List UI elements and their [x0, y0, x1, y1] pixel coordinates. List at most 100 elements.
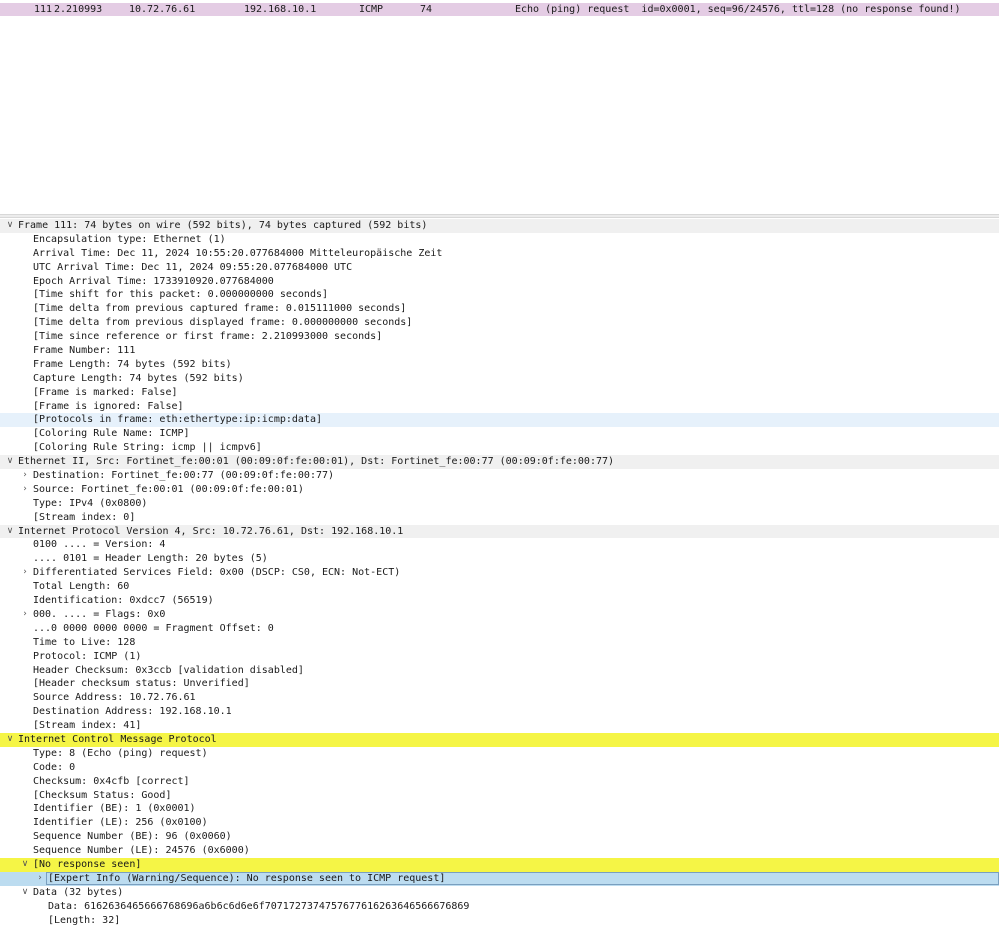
tree-field[interactable]: Header Checksum: 0x3ccb [validation disa… — [0, 664, 999, 678]
tree-field[interactable]: [Stream index: 41] — [0, 719, 999, 733]
protocol-tree-header[interactable]: ∨ Frame 111: 74 bytes on wire (592 bits),… — [0, 219, 999, 233]
packet-info: Echo (ping) request id=0x0001, seq=96/24… — [515, 4, 961, 15]
tree-field[interactable]: [Frame is ignored: False] — [0, 400, 999, 414]
chevron-right-icon[interactable]: › — [34, 872, 46, 886]
tree-field-text: [Time delta from previous captured frame… — [33, 303, 407, 315]
tree-field[interactable]: [Coloring Rule Name: ICMP] — [0, 427, 999, 441]
tree-field[interactable]: Encapsulation type: Ethernet (1) — [0, 233, 999, 247]
tree-field-text: Ethernet II, Src: Fortinet_fe:00:01 (00:… — [18, 456, 615, 468]
tree-field[interactable]: › [Expert Info (Warning/Sequence): No res… — [0, 871, 999, 886]
pane-splitter[interactable] — [0, 214, 999, 218]
packet-no: 111 — [34, 4, 53, 15]
protocol-tree-header[interactable]: ∨ Ethernet II, Src: Fortinet_fe:00:01 (00… — [0, 455, 999, 470]
tree-field-text: Capture Length: 74 bytes (592 bits) — [33, 372, 244, 384]
packet-row-111[interactable]: 111 2.210993 10.72.76.61 192.168.10.1 IC… — [0, 3, 999, 16]
packet-list-pane: 111 2.210993 10.72.76.61 192.168.10.1 IC… — [0, 0, 999, 214]
tree-field-text: Source: Fortinet_fe:00:01 (00:09:0f:fe:0… — [33, 483, 304, 495]
tree-field[interactable]: Protocol: ICMP (1) — [0, 650, 999, 664]
protocol-tree-header[interactable]: ∨ Internet Protocol Version 4, Src: 10.72… — [0, 524, 999, 539]
tree-field[interactable]: Identification: 0xdcc7 (56519) — [0, 594, 999, 608]
protocol-tree-header[interactable]: ∨ Internet Control Message Protocol — [0, 732, 999, 747]
chevron-down-icon[interactable]: ∨ — [19, 886, 31, 900]
chevron-down-icon[interactable]: ∨ — [4, 525, 16, 539]
tree-field-text: [Expert Info (Warning/Sequence): No resp… — [48, 872, 446, 884]
chevron-down-icon[interactable]: ∨ — [4, 219, 16, 233]
tree-field[interactable]: [Length: 32] — [0, 914, 999, 928]
tree-field-text: Time to Live: 128 — [33, 636, 136, 648]
tree-field[interactable]: Arrival Time: Dec 11, 2024 10:55:20.0776… — [0, 247, 999, 261]
tree-field-text: 0100 .... = Version: 4 — [33, 539, 166, 551]
tree-field[interactable]: Checksum: 0x4cfb [correct] — [0, 775, 999, 789]
tree-field[interactable]: › Destination: Fortinet_fe:00:77 (00:09:0… — [0, 469, 999, 483]
chevron-right-icon[interactable]: › — [19, 566, 31, 580]
tree-field[interactable]: [Time delta from previous displayed fram… — [0, 316, 999, 330]
tree-field[interactable]: [Time shift for this packet: 0.000000000… — [0, 288, 999, 302]
tree-field[interactable]: [Stream index: 0] — [0, 511, 999, 525]
tree-field[interactable]: Frame Number: 111 — [0, 344, 999, 358]
tree-field-text: [Stream index: 41] — [33, 720, 142, 732]
tree-field-text: Internet Control Message Protocol — [18, 733, 217, 745]
tree-field-text: Sequence Number (LE): 24576 (0x6000) — [33, 845, 250, 857]
tree-field[interactable]: ∨ Data (32 bytes) — [0, 886, 999, 900]
tree-field[interactable]: Sequence Number (BE): 96 (0x0060) — [0, 830, 999, 844]
tree-field[interactable]: [Coloring Rule String: icmp || icmpv6] — [0, 441, 999, 455]
chevron-down-icon[interactable]: ∨ — [4, 733, 16, 747]
tree-field[interactable]: Epoch Arrival Time: 1733910920.077684000 — [0, 275, 999, 289]
tree-field[interactable]: [Time delta from previous captured frame… — [0, 302, 999, 316]
tree-field[interactable]: › Differentiated Services Field: 0x00 (DS… — [0, 566, 999, 580]
tree-field-text: [Header checksum status: Unverified] — [33, 678, 250, 690]
tree-field[interactable]: Data: 6162636465666768696a6b6c6d6e6f7071… — [0, 900, 999, 914]
packet-protocol: ICMP — [359, 4, 384, 15]
tree-field[interactable]: Type: 8 (Echo (ping) request) — [0, 747, 999, 761]
tree-field-text: Destination: Fortinet_fe:00:77 (00:09:0f… — [33, 470, 335, 482]
tree-field-text: Protocol: ICMP (1) — [33, 650, 142, 662]
tree-field-text: 000. .... = Flags: 0x0 — [33, 608, 166, 620]
tree-field[interactable]: Sequence Number (LE): 24576 (0x6000) — [0, 844, 999, 858]
tree-field-text: Type: 8 (Echo (ping) request) — [33, 747, 208, 759]
tree-field[interactable]: ∨ [No response seen] — [0, 857, 999, 872]
tree-field[interactable]: [Time since reference or first frame: 2.… — [0, 330, 999, 344]
packet-source: 10.72.76.61 — [129, 4, 196, 15]
chevron-down-icon[interactable]: ∨ — [4, 455, 16, 469]
tree-field-text: Type: IPv4 (0x0800) — [33, 497, 148, 509]
tree-field[interactable]: Capture Length: 74 bytes (592 bits) — [0, 372, 999, 386]
tree-field-text: [Checksum Status: Good] — [33, 789, 172, 801]
tree-field[interactable]: Frame Length: 74 bytes (592 bits) — [0, 358, 999, 372]
tree-field-text: [Time since reference or first frame: 2.… — [33, 331, 383, 343]
tree-field[interactable]: .... 0101 = Header Length: 20 bytes (5) — [0, 552, 999, 566]
chevron-down-icon[interactable]: ∨ — [19, 858, 31, 872]
packet-destination: 192.168.10.1 — [244, 4, 317, 15]
tree-field-text: [Frame is marked: False] — [33, 386, 178, 398]
tree-field[interactable]: [Checksum Status: Good] — [0, 789, 999, 803]
tree-field-text: Identifier (LE): 256 (0x0100) — [33, 817, 208, 829]
tree-field-text: Frame 111: 74 bytes on wire (592 bits), … — [18, 220, 428, 231]
tree-field-text: [Frame is ignored: False] — [33, 400, 184, 412]
tree-field[interactable]: Time to Live: 128 — [0, 636, 999, 650]
tree-field[interactable]: Code: 0 — [0, 761, 999, 775]
tree-field[interactable]: Type: IPv4 (0x0800) — [0, 497, 999, 511]
packet-details-tree: ∨ Frame 111: 74 bytes on wire (592 bits),… — [0, 219, 999, 927]
tree-field-text: [Time delta from previous displayed fram… — [33, 317, 413, 329]
tree-field[interactable]: Identifier (BE): 1 (0x0001) — [0, 802, 999, 816]
chevron-right-icon[interactable]: › — [19, 608, 31, 622]
chevron-right-icon[interactable]: › — [19, 483, 31, 497]
tree-field[interactable]: Total Length: 60 — [0, 580, 999, 594]
tree-field[interactable]: 0100 .... = Version: 4 — [0, 538, 999, 552]
tree-field[interactable]: ...0 0000 0000 0000 = Fragment Offset: 0 — [0, 622, 999, 636]
tree-field-text: [No response seen] — [33, 858, 142, 870]
tree-field[interactable]: › Source: Fortinet_fe:00:01 (00:09:0f:fe:… — [0, 483, 999, 497]
tree-field[interactable]: › 000. .... = Flags: 0x0 — [0, 608, 999, 622]
tree-field[interactable]: [Header checksum status: Unverified] — [0, 677, 999, 691]
tree-field-text: Code: 0 — [33, 761, 76, 773]
tree-field[interactable]: Identifier (LE): 256 (0x0100) — [0, 816, 999, 830]
tree-field[interactable]: Destination Address: 192.168.10.1 — [0, 705, 999, 719]
tree-field[interactable]: [Frame is marked: False] — [0, 386, 999, 400]
tree-field-text: Differentiated Services Field: 0x00 (DSC… — [33, 567, 401, 579]
tree-field[interactable]: Source Address: 10.72.76.61 — [0, 691, 999, 705]
tree-field-text: Identifier (BE): 1 (0x0001) — [33, 803, 196, 815]
tree-field-text: Total Length: 60 — [33, 581, 130, 593]
tree-field[interactable]: [Protocols in frame: eth:ethertype:ip:ic… — [0, 413, 999, 428]
tree-field-text: .... 0101 = Header Length: 20 bytes (5) — [33, 553, 268, 565]
tree-field[interactable]: UTC Arrival Time: Dec 11, 2024 09:55:20.… — [0, 261, 999, 275]
chevron-right-icon[interactable]: › — [19, 469, 31, 483]
